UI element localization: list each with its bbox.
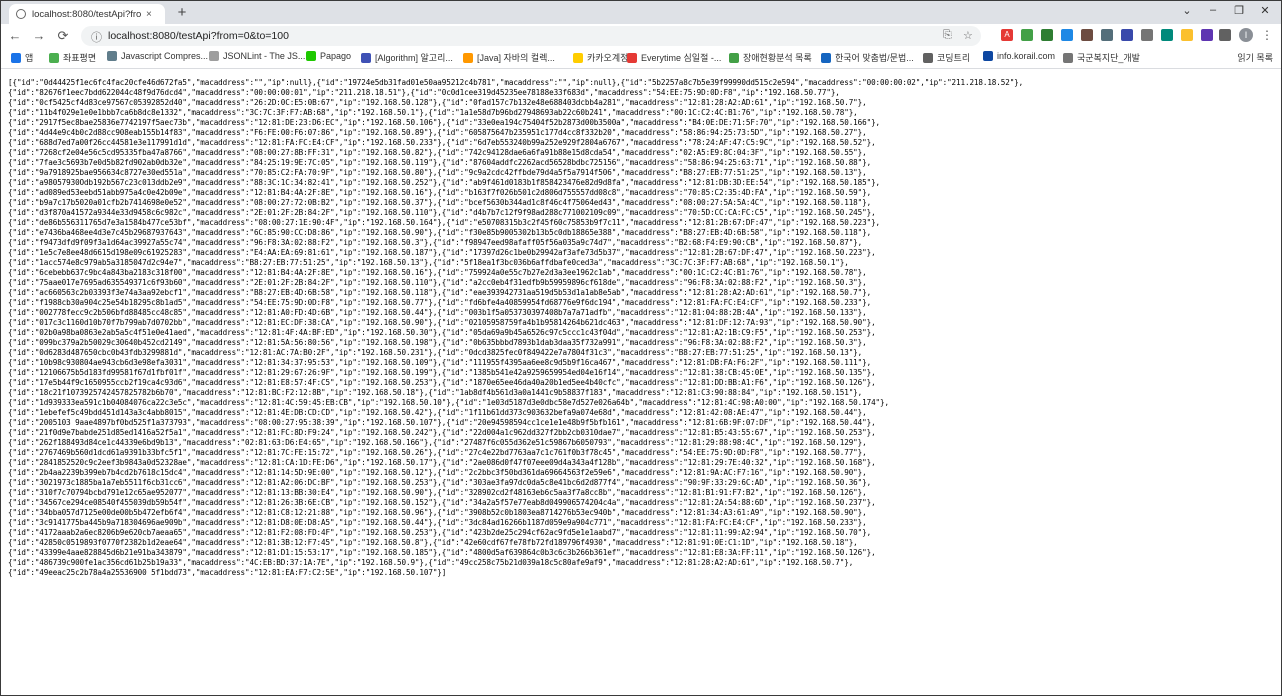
translate-icon[interactable]: ⎘ — [943, 29, 952, 42]
reading-list-button[interactable]: 읽기 목록 — [1237, 51, 1273, 64]
extension-icon[interactable] — [1021, 29, 1033, 41]
bookmark-favicon — [209, 51, 219, 61]
bookmark-item[interactable]: JSONLint - The JS... — [209, 51, 305, 61]
bookmark-favicon — [923, 52, 933, 63]
bookmark-item[interactable]: [Java] 자바의 컬렉... — [463, 51, 555, 64]
bookmark-item[interactable]: Javascript Compres... — [107, 51, 208, 61]
address-bar[interactable]: ⓘ localhost:8080/testApi?from=0&to=100 ⎘… — [81, 26, 981, 46]
bookmark-favicon — [821, 52, 831, 63]
bookmark-item[interactable]: 좌표평면 — [49, 51, 96, 64]
extension-icon[interactable] — [1141, 29, 1153, 41]
bookmark-item[interactable]: 앱 — [11, 51, 33, 64]
bookmark-favicon — [1063, 52, 1073, 63]
back-icon[interactable]: ← — [7, 28, 23, 43]
bookmark-favicon — [306, 51, 316, 61]
extension-icon[interactable] — [1181, 29, 1193, 41]
bookmark-favicon — [361, 52, 371, 63]
bookmark-item[interactable]: 장애현황분석 목록 — [729, 51, 812, 64]
bookmark-favicon — [573, 52, 583, 63]
bookmark-item[interactable]: 코딩트리 — [923, 51, 970, 64]
bookmark-item[interactable]: Papago — [306, 51, 351, 61]
browser-window: localhost:8080/testApi?from=0& × + ⌄ – ❐… — [0, 0, 1282, 696]
extension-icon[interactable] — [1121, 29, 1133, 41]
bookmark-item[interactable]: 국군복지단_개발 — [1063, 51, 1140, 64]
tab-strip: localhost:8080/testApi?from=0& × + ⌄ – ❐… — [1, 1, 1281, 24]
extension-icon[interactable] — [1101, 29, 1113, 41]
bookmark-favicon — [729, 52, 739, 63]
forward-icon[interactable]: → — [31, 28, 47, 43]
bookmark-favicon — [627, 52, 637, 63]
apps-grid-icon — [11, 52, 21, 63]
extension-icon[interactable]: A — [1001, 29, 1013, 41]
extension-icon[interactable] — [1041, 29, 1053, 41]
bookmark-favicon — [463, 52, 473, 63]
bookmark-item[interactable]: [Algorithm] 알고리... — [361, 51, 453, 64]
bookmarks-bar: 앱 좌표평면 Javascript Compres... JSONLint - … — [1, 48, 1281, 69]
bookmark-star-icon[interactable]: ☆ — [963, 29, 973, 42]
minimize-icon[interactable]: – — [1203, 4, 1223, 16]
restore-icon[interactable]: ❐ — [1229, 4, 1249, 17]
bookmark-favicon — [107, 51, 117, 61]
profile-avatar[interactable]: I — [1239, 28, 1253, 42]
reload-icon[interactable]: ⟳ — [55, 28, 71, 44]
page-content: [{"id":"0d44425f1ec6fc4fac20cfe46d672fa5… — [1, 69, 1281, 695]
bookmark-item[interactable]: 한국어 맞춤법/문법... — [821, 51, 914, 64]
new-tab-button[interactable]: + — [173, 4, 191, 21]
toolbar: ← → ⟳ ⓘ localhost:8080/testApi?from=0&to… — [1, 24, 1281, 48]
tab-active[interactable]: localhost:8080/testApi?from=0& × — [9, 4, 165, 24]
url-text: localhost:8080/testApi?from=0&to=100 — [108, 30, 289, 42]
tab-close-icon[interactable]: × — [146, 9, 152, 20]
bookmark-item[interactable]: info.korail.com — [983, 51, 1055, 61]
extension-icon[interactable] — [1061, 29, 1073, 41]
json-response-body: [{"id":"0d44425f1ec6fc4fac20cfe46d672fa5… — [8, 78, 1024, 577]
extension-icon[interactable] — [1081, 29, 1093, 41]
bookmark-item[interactable]: 카카오계정 — [573, 51, 628, 64]
extension-icon[interactable] — [1201, 29, 1213, 41]
globe-icon — [16, 9, 26, 19]
extension-icon[interactable] — [1161, 29, 1173, 41]
bookmark-favicon — [49, 52, 59, 63]
close-window-icon[interactable]: ✕ — [1255, 4, 1275, 17]
menu-kebab-icon[interactable]: ⋮ — [1261, 28, 1273, 42]
tab-search-icon[interactable]: ⌄ — [1177, 4, 1197, 17]
tab-title: localhost:8080/testApi?from=0& — [32, 8, 142, 20]
site-info-icon[interactable]: ⓘ — [91, 29, 102, 45]
extensions-puzzle-icon[interactable] — [1219, 29, 1231, 41]
bookmark-item[interactable]: Everytime 심일절 -... — [627, 51, 721, 64]
bookmark-favicon — [983, 51, 993, 61]
